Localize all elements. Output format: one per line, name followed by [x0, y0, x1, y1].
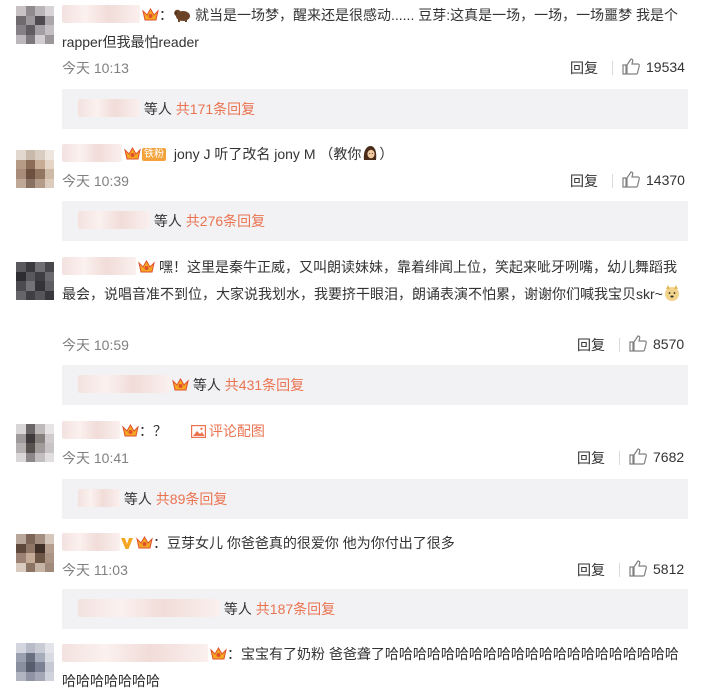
reply-count-link[interactable]: 共89条回复 — [156, 491, 228, 507]
thumbs-up-icon — [629, 335, 647, 352]
comment-image-link[interactable]: 评论配图 — [190, 423, 265, 439]
crown-icon — [172, 378, 189, 391]
avatar[interactable] — [16, 6, 54, 44]
reply-usernames[interactable] — [78, 599, 220, 617]
comment-meta: 今天 11:03 回复 5812 — [62, 560, 688, 580]
like-count: 8570 — [653, 335, 685, 352]
reply-button[interactable]: 回复 — [577, 335, 605, 355]
timestamp: 今天 10:41 — [62, 450, 129, 466]
like-button[interactable]: 5812 — [629, 560, 684, 577]
like-count: 5812 — [653, 560, 685, 577]
reply-summary-box[interactable]: 等人 共276条回复 — [62, 201, 688, 241]
divider — [612, 61, 613, 75]
reply-summary-label: 等人 — [223, 601, 252, 617]
comment-body: ：豆芽女儿 你爸爸真的很爱你 他为你付出了很多 — [62, 530, 690, 557]
comment-body: 铁粉 jony J 听了改名 jony M （教你） — [62, 141, 690, 168]
reply-usernames[interactable] — [78, 489, 120, 507]
divider — [612, 174, 613, 188]
image-icon — [190, 425, 206, 438]
like-button[interactable]: 7682 — [629, 448, 684, 465]
comment-text: jony J 听了改名 jony M （教你 — [173, 146, 362, 162]
reply-summary-box[interactable]: 等人 共171条回复 — [62, 89, 688, 129]
crown-icon — [122, 424, 139, 437]
reply-summary-box[interactable]: 等人 共89条回复 — [62, 479, 688, 519]
reply-summary-box[interactable]: 等人 共431条回复 — [62, 365, 688, 405]
reply-count-link[interactable]: 共431条回复 — [225, 377, 304, 393]
avatar[interactable] — [16, 150, 54, 188]
reply-summary-label: 等人 — [192, 377, 221, 393]
reply-button[interactable]: 回复 — [577, 448, 605, 468]
divider — [619, 563, 620, 577]
thumbs-up-icon — [622, 58, 640, 75]
timestamp: 今天 10:13 — [62, 60, 129, 76]
thumbs-up-icon — [629, 448, 647, 465]
comment-meta: 今天 10:59 回复 8570 — [62, 335, 688, 355]
reply-usernames[interactable] — [78, 375, 170, 393]
divider — [619, 451, 620, 465]
comment-body: ：宝宝有了奶粉 爸爸聋了哈哈哈哈哈哈哈哈哈哈哈哈哈哈哈哈哈哈哈哈哈哈哈哈哈哈哈哈 — [62, 644, 679, 689]
reply-usernames[interactable] — [78, 211, 150, 229]
reply-summary-label: 等人 — [123, 491, 152, 507]
timestamp: 今天 11:03 — [62, 562, 128, 578]
reply-usernames[interactable] — [78, 99, 140, 117]
comment-text: 豆芽女儿 你爸爸真的很爱你 他为你付出了很多 — [167, 535, 455, 551]
avatar[interactable] — [16, 262, 54, 300]
avatar[interactable] — [16, 534, 54, 572]
username[interactable] — [62, 257, 136, 275]
like-button[interactable]: 8570 — [629, 335, 684, 352]
reply-button[interactable]: 回复 — [570, 171, 598, 191]
doge-emoji-icon — [664, 285, 679, 301]
like-button[interactable]: 19534 — [622, 58, 685, 75]
like-count: 19534 — [646, 58, 685, 75]
timestamp: 今天 10:59 — [62, 337, 129, 353]
username[interactable] — [62, 644, 208, 662]
reply-summary-box[interactable]: 等人 共187条回复 — [62, 589, 688, 629]
crown-icon — [142, 8, 159, 21]
comment-meta: 今天 10:39 回复 14370 — [62, 171, 688, 191]
reply-summary-label: 等人 — [153, 213, 182, 229]
like-count: 7682 — [653, 448, 685, 465]
like-count: 14370 — [646, 171, 685, 188]
verified-v-icon — [121, 538, 133, 549]
timestamp: 今天 10:39 — [62, 173, 129, 189]
comment-meta: 今天 10:41 回复 7682 — [62, 448, 688, 468]
avatar[interactable] — [16, 643, 54, 681]
crown-icon — [124, 147, 141, 160]
comment-body: ：就当是一场梦，醒来还是很感动...... 豆芽:这真是一场，一场，一场噩梦 我… — [62, 5, 679, 50]
username[interactable] — [62, 5, 140, 23]
crown-icon — [136, 536, 153, 549]
thumbs-up-icon — [622, 171, 640, 188]
comment-body: ：？ 评论配图 — [62, 418, 690, 445]
username[interactable] — [62, 533, 120, 551]
reply-count-link[interactable]: 共171条回复 — [176, 101, 255, 117]
username[interactable] — [62, 144, 122, 162]
girl-emoji-icon — [364, 146, 377, 160]
reply-count-link[interactable]: 共187条回复 — [256, 601, 335, 617]
comment-body: 嘿！这里是秦牛正威，又叫朗读妹妹，靠着绯闻上位，笑起来呲牙咧嘴，幼儿舞蹈我最会，… — [62, 254, 690, 308]
username[interactable] — [62, 421, 120, 439]
bear-emoji-icon — [174, 9, 190, 22]
comment-text: ？ — [153, 423, 167, 439]
reply-count-link[interactable]: 共276条回复 — [186, 213, 265, 229]
reply-button[interactable]: 回复 — [577, 560, 605, 580]
avatar[interactable] — [16, 424, 54, 462]
like-button[interactable]: 14370 — [622, 171, 685, 188]
comment-meta: 今天 10:13 回复 19534 — [62, 58, 688, 78]
thumbs-up-icon — [629, 560, 647, 577]
crown-icon — [210, 647, 227, 660]
reply-button[interactable]: 回复 — [570, 58, 598, 78]
reply-summary-label: 等人 — [143, 101, 172, 117]
fan-badge: 铁粉 — [142, 148, 166, 161]
crown-icon — [138, 260, 155, 273]
divider — [619, 338, 620, 352]
